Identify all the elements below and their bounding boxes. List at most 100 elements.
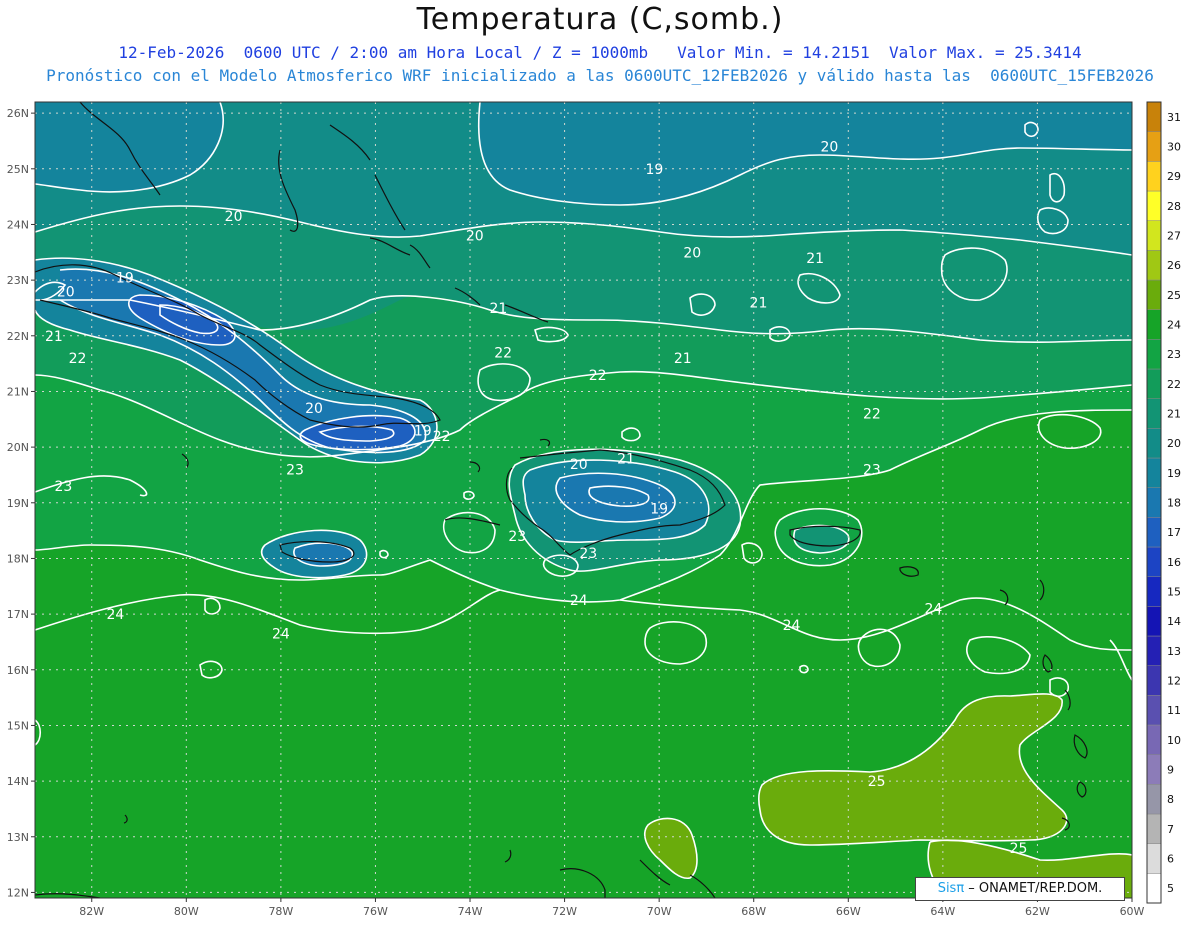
colorbar-swatch xyxy=(1146,457,1162,488)
colorbar-swatch xyxy=(1146,131,1162,162)
lon-label: 78W xyxy=(268,905,293,918)
colorbar-label: 21 xyxy=(1167,408,1181,421)
lat-label: 16N xyxy=(7,664,29,677)
contour-label: 20 xyxy=(57,284,75,300)
contour-label: 19 xyxy=(414,423,432,439)
colorbar-label: 25 xyxy=(1167,289,1181,302)
colorbar-label: 29 xyxy=(1167,170,1181,183)
credit-box: Sisπ – ONAMET/REP.DOM. xyxy=(915,877,1125,901)
colorbar-swatch xyxy=(1146,101,1162,132)
colorbar-label: 27 xyxy=(1167,230,1181,243)
colorbar-label: 12 xyxy=(1167,675,1181,688)
lon-label: 70W xyxy=(647,905,672,918)
colorbar-label: 20 xyxy=(1167,437,1181,450)
contour-label: 22 xyxy=(494,345,512,361)
contour-label: 23 xyxy=(286,462,304,478)
contour-label: 23 xyxy=(579,546,597,562)
colorbar-swatch xyxy=(1146,517,1162,548)
colorbar-swatch xyxy=(1146,428,1162,459)
lon-label: 62W xyxy=(1025,905,1050,918)
lon-label: 80W xyxy=(174,905,199,918)
colorbar-label: 19 xyxy=(1167,467,1181,480)
contour-label: 20 xyxy=(820,140,838,156)
contour-label: 24 xyxy=(106,607,124,623)
lat-label: 13N xyxy=(7,831,29,844)
colorbar-label: 11 xyxy=(1167,704,1181,717)
contour-label: 24 xyxy=(924,602,942,618)
lat-label: 14N xyxy=(7,775,29,788)
colorbar-swatch xyxy=(1146,873,1162,904)
colorbar-label: 22 xyxy=(1167,378,1181,391)
contour-label: 23 xyxy=(863,462,881,478)
contour-label: 24 xyxy=(570,593,588,609)
lat-label: 22N xyxy=(7,330,29,343)
lon-label: 74W xyxy=(458,905,483,918)
contour-label: 21 xyxy=(750,295,768,311)
colorbar-swatch xyxy=(1146,784,1162,815)
colorbar-label: 26 xyxy=(1167,259,1181,272)
lon-label: 72W xyxy=(552,905,577,918)
contour-label: 24 xyxy=(272,627,290,643)
colorbar-label: 9 xyxy=(1167,764,1174,777)
lat-label: 20N xyxy=(7,441,29,454)
colorbar-swatch xyxy=(1146,250,1162,281)
lat-label: 19N xyxy=(7,497,29,510)
colorbar-swatch xyxy=(1146,398,1162,429)
lat-label: 25N xyxy=(7,163,29,176)
colorbar-swatch xyxy=(1146,724,1162,755)
colorbar-label: 13 xyxy=(1167,645,1181,658)
lon-label: 76W xyxy=(363,905,388,918)
contour-label: 21 xyxy=(45,329,63,345)
colorbar-swatch xyxy=(1146,279,1162,310)
colorbar-swatch xyxy=(1146,368,1162,399)
credit-text: – ONAMET/REP.DOM. xyxy=(964,881,1103,896)
colorbar-label: 14 xyxy=(1167,615,1181,628)
colorbar-label: 30 xyxy=(1167,141,1181,154)
colorbar-swatch xyxy=(1146,339,1162,370)
contour-label: 21 xyxy=(489,301,507,317)
contour-label: 20 xyxy=(225,209,243,225)
colorbar-swatch xyxy=(1146,190,1162,221)
contour-label: 23 xyxy=(508,529,526,545)
colorbar-swatch xyxy=(1146,576,1162,607)
colorbar-swatch xyxy=(1146,695,1162,726)
colorbar-swatch xyxy=(1146,487,1162,518)
latitude-axis: 26N 25N 24N 23N 22N 21N 20N 19N 18N 17N 16N 15N 14N 1… xyxy=(7,107,35,899)
colorbar-swatch xyxy=(1146,546,1162,577)
longitude-axis: 82W 80W 78W 76W 74W 72W 70W 68W 66W 64W 62W 60W xyxy=(79,898,1145,918)
map-area xyxy=(35,102,1132,898)
colorbar: 5 6 7 8 9 10 11 12 13 14 15 16 17 18 19 20 21 22 23 24 25 26 2… xyxy=(1146,101,1181,904)
colorbar-swatch xyxy=(1146,754,1162,785)
contour-label: 21 xyxy=(617,451,635,467)
colorbar-label: 17 xyxy=(1167,526,1181,539)
colorbar-swatch xyxy=(1146,309,1162,340)
lat-label: 15N xyxy=(7,719,29,732)
colorbar-label: 5 xyxy=(1167,882,1174,895)
colorbar-label: 7 xyxy=(1167,823,1174,836)
contour-label: 19 xyxy=(646,162,664,178)
contour-label: 22 xyxy=(69,351,87,367)
colorbar-swatch xyxy=(1146,665,1162,696)
contour-label: 21 xyxy=(674,351,692,367)
colorbar-swatch xyxy=(1146,635,1162,666)
contour-label: 22 xyxy=(433,429,451,445)
colorbar-label: 24 xyxy=(1167,319,1181,332)
colorbar-label: 31 xyxy=(1167,111,1181,124)
colorbar-swatch xyxy=(1146,843,1162,874)
temperature-map: 1920212220202122192020 21212122222019 2223… xyxy=(7,101,1181,918)
colorbar-label: 28 xyxy=(1167,200,1181,213)
credit-brand: Sisπ xyxy=(937,881,965,896)
lat-label: 18N xyxy=(7,552,29,565)
lon-label: 68W xyxy=(741,905,766,918)
contour-label: 19 xyxy=(650,501,668,517)
colorbar-label: 15 xyxy=(1167,586,1181,599)
lon-label: 60W xyxy=(1120,905,1145,918)
lon-label: 64W xyxy=(930,905,955,918)
lon-label: 82W xyxy=(79,905,104,918)
contour-label: 20 xyxy=(305,401,323,417)
contour-label: 24 xyxy=(783,618,801,634)
colorbar-swatch xyxy=(1146,220,1162,251)
colorbar-swatch xyxy=(1146,161,1162,192)
contour-label: 23 xyxy=(54,479,72,495)
contour-label: 25 xyxy=(1010,841,1028,857)
